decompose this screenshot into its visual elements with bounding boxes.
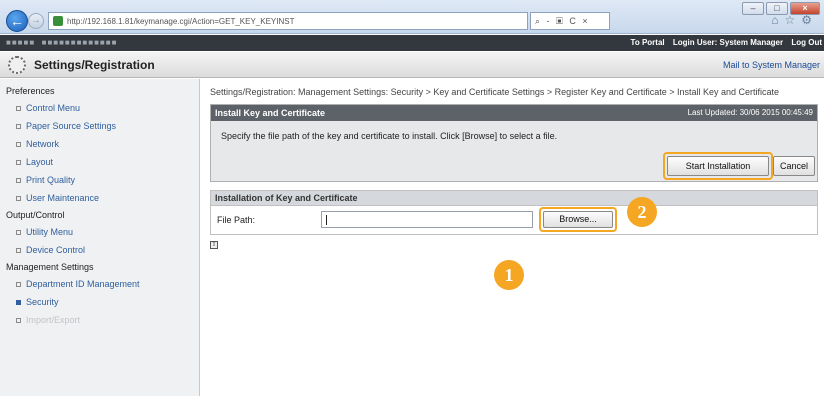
- sidebar-item-import-export[interactable]: Import/Export: [0, 311, 199, 329]
- sidebar-item-network[interactable]: Network: [0, 135, 199, 153]
- start-installation-button[interactable]: Start Installation: [667, 156, 769, 176]
- cancel-button[interactable]: Cancel: [773, 156, 815, 176]
- install-panel: Install Key and Certificate Last Updated…: [210, 104, 818, 182]
- settings-header: Settings/Registration Mail to System Man…: [0, 52, 824, 78]
- bullet-icon: [16, 177, 21, 183]
- bullet-icon: [16, 247, 21, 253]
- mail-to-manager-link[interactable]: Mail to System Manager: [723, 60, 820, 70]
- sidebar-item-department-id-management[interactable]: Department ID Management: [0, 275, 199, 293]
- sidebar-item-user-maintenance[interactable]: User Maintenance: [0, 189, 199, 207]
- bullet-icon: [16, 281, 21, 287]
- file-path-input[interactable]: [321, 211, 533, 228]
- bullet-icon: [16, 141, 21, 147]
- favorites-star-icon[interactable]: ☆: [784, 13, 801, 27]
- sidebar-item-print-quality[interactable]: Print Quality: [0, 171, 199, 189]
- last-updated-text: Last Updated: 30/06 2015 00:45:49: [687, 108, 813, 117]
- user-bar: ■■■■■ ■■■■■■■■■■■■■ To Portal Login User…: [0, 35, 824, 51]
- file-path-label: File Path:: [217, 215, 256, 225]
- bullet-icon: [16, 299, 21, 305]
- sidebar-item-layout[interactable]: Layout: [0, 153, 199, 171]
- main-content: Settings/Registration: Management Settin…: [210, 79, 820, 249]
- step-1-marker: 1: [494, 260, 524, 290]
- instruction-text: Specify the file path of the key and cer…: [221, 131, 558, 141]
- back-arrow-icon[interactable]: ←: [6, 10, 28, 32]
- breadcrumb: Settings/Registration: Management Settin…: [210, 87, 780, 97]
- to-portal-link[interactable]: To Portal: [631, 38, 665, 47]
- bullet-icon: [16, 123, 21, 129]
- address-bar[interactable]: http://192.168.1.81/keymanage.cgi/Action…: [48, 12, 528, 30]
- login-user-text: Login User: System Manager: [672, 38, 784, 47]
- bullet-icon: [16, 159, 21, 165]
- settings-gear-icon: [8, 56, 26, 74]
- section-title: Installation of Key and Certificate: [211, 191, 817, 206]
- section-body: File Path: Browse...: [211, 206, 817, 234]
- minimize-button[interactable]: –: [742, 2, 764, 15]
- page-title: Settings/Registration: [34, 58, 155, 72]
- address-text: http://192.168.1.81/keymanage.cgi/Action…: [67, 16, 295, 26]
- sidebar-item-control-menu[interactable]: Control Menu: [0, 99, 199, 117]
- step-2-marker: 2: [627, 197, 657, 227]
- sidebar-item-device-control[interactable]: Device Control: [0, 241, 199, 259]
- gear-icon[interactable]: ⚙: [801, 13, 818, 27]
- browser-icons: ⌂☆⚙: [771, 13, 818, 27]
- sidebar: Preferences Control Menu Paper Source Se…: [0, 79, 200, 396]
- browser-toolbar: – □ × ← → http://192.168.1.81/keymanage.…: [0, 0, 824, 34]
- device-name-masked: ■■■■■ ■■■■■■■■■■■■■: [6, 38, 118, 47]
- sidebar-group-management-settings: Management Settings: [6, 262, 94, 272]
- bullet-icon: [16, 105, 21, 111]
- installation-section: Installation of Key and Certificate File…: [210, 190, 818, 235]
- sidebar-item-security[interactable]: Security: [0, 293, 199, 311]
- sidebar-item-utility-menu[interactable]: Utility Menu: [0, 223, 199, 241]
- bullet-icon: [16, 317, 21, 323]
- browse-button[interactable]: Browse...: [543, 211, 613, 228]
- home-icon[interactable]: ⌂: [771, 13, 784, 27]
- sidebar-item-paper-source-settings[interactable]: Paper Source Settings: [0, 117, 199, 135]
- panel-title: Install Key and Certificate: [215, 108, 326, 118]
- site-favicon-icon: [53, 16, 63, 26]
- address-tools[interactable]: ⌕ - ▣ C ×: [530, 12, 610, 30]
- sidebar-group-output-control: Output/Control: [6, 210, 65, 220]
- sidebar-group-preferences: Preferences: [6, 86, 55, 96]
- page-top-icon[interactable]: ⇧: [210, 241, 218, 249]
- panel-body: Specify the file path of the key and cer…: [211, 121, 817, 181]
- panel-header: Install Key and Certificate Last Updated…: [211, 105, 817, 121]
- bullet-icon: [16, 229, 21, 235]
- logout-link[interactable]: Log Out: [791, 38, 822, 47]
- bullet-icon: [16, 195, 21, 201]
- forward-arrow-icon[interactable]: →: [28, 13, 44, 29]
